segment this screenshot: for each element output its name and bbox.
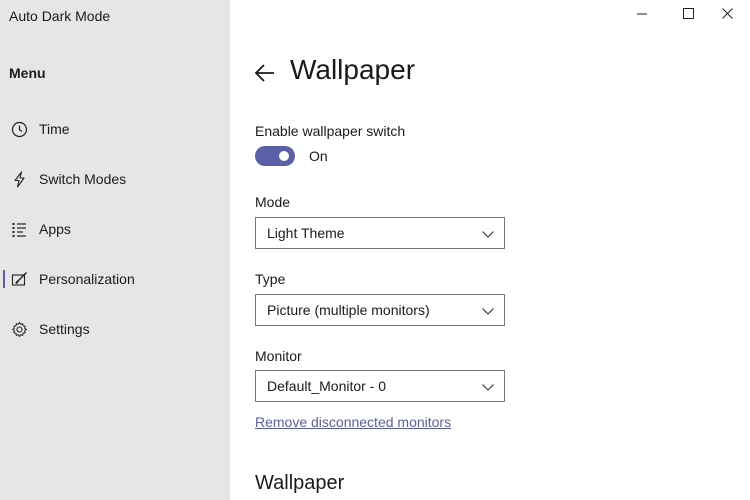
toggle-state-text: On bbox=[309, 148, 328, 164]
chevron-down-icon bbox=[481, 227, 495, 241]
back-button[interactable] bbox=[252, 60, 278, 86]
monitor-dropdown[interactable]: Default_Monitor - 0 bbox=[255, 370, 505, 402]
mode-dropdown[interactable]: Light Theme bbox=[255, 217, 505, 249]
sidebar-item-switch-modes[interactable]: Switch Modes bbox=[0, 159, 230, 199]
monitor-label: Monitor bbox=[255, 348, 302, 364]
type-value: Picture (multiple monitors) bbox=[267, 302, 430, 318]
clock-icon bbox=[10, 120, 28, 138]
maximize-icon bbox=[682, 6, 694, 24]
wallpaper-section-title: Wallpaper bbox=[255, 472, 345, 494]
list-icon bbox=[10, 220, 28, 238]
lightning-icon bbox=[10, 170, 28, 188]
type-dropdown[interactable]: Picture (multiple monitors) bbox=[255, 294, 505, 326]
type-label: Type bbox=[255, 271, 286, 287]
sidebar-item-personalization[interactable]: Personalization bbox=[0, 259, 230, 299]
menu-heading: Menu bbox=[9, 65, 46, 81]
toggle-knob bbox=[279, 151, 289, 161]
sidebar-item-label: Time bbox=[39, 121, 70, 137]
sidebar-item-time[interactable]: Time bbox=[0, 109, 230, 149]
chevron-down-icon bbox=[481, 380, 495, 394]
wallpaper-switch-label: Enable wallpaper switch bbox=[255, 123, 406, 139]
sidebar-item-apps[interactable]: Apps bbox=[0, 209, 230, 249]
minimize-icon bbox=[637, 6, 647, 24]
page-title: Wallpaper bbox=[290, 54, 416, 85]
sidebar: Auto Dark Mode Menu Time Switch Modes Ap… bbox=[0, 0, 230, 500]
app-title: Auto Dark Mode bbox=[9, 8, 111, 24]
gear-icon bbox=[10, 320, 28, 338]
chevron-down-icon bbox=[481, 304, 495, 318]
remove-disconnected-monitors-link[interactable]: Remove disconnected monitors bbox=[255, 414, 451, 430]
minimize-button[interactable] bbox=[619, 0, 665, 30]
wallpaper-switch-toggle[interactable] bbox=[255, 146, 295, 166]
sidebar-item-label: Switch Modes bbox=[39, 171, 127, 187]
close-icon bbox=[721, 6, 733, 24]
personalization-icon bbox=[10, 270, 28, 288]
monitor-value: Default_Monitor - 0 bbox=[267, 378, 387, 394]
sidebar-item-label: Apps bbox=[39, 221, 71, 237]
back-arrow-icon bbox=[252, 64, 278, 90]
mode-value: Light Theme bbox=[267, 225, 345, 241]
close-button[interactable] bbox=[704, 0, 750, 30]
sidebar-item-label: Personalization bbox=[39, 271, 135, 287]
sidebar-item-settings[interactable]: Settings bbox=[0, 309, 230, 349]
mode-label: Mode bbox=[255, 194, 291, 210]
sidebar-item-label: Settings bbox=[39, 321, 90, 337]
